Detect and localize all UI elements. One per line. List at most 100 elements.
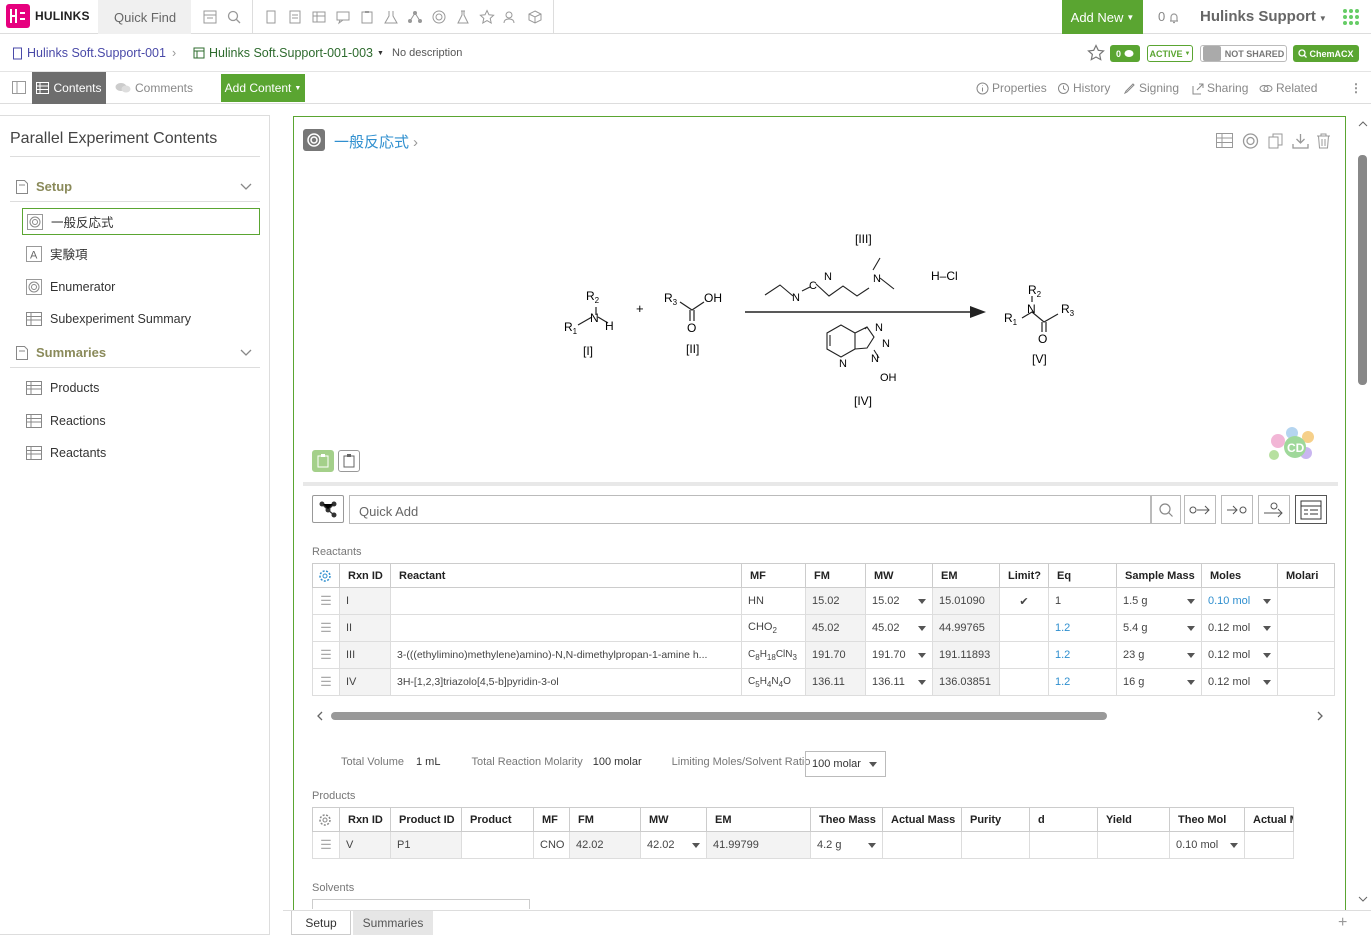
item-reactants[interactable]: Reactants <box>22 439 260 466</box>
reactant-name-cell[interactable] <box>390 614 742 642</box>
properties-button[interactable]: Properties <box>976 81 1047 95</box>
mw-cell[interactable]: 136.11 <box>865 668 933 696</box>
table-row[interactable]: ☰ III 3-(((ethylimino)methylene)amino)-N… <box>312 641 1335 669</box>
flask-icon[interactable] <box>451 0 475 34</box>
mass-cell[interactable]: 23 g <box>1116 641 1202 669</box>
drag-handle-icon[interactable]: ☰ <box>312 587 340 615</box>
sharing-button[interactable]: Sharing <box>1191 81 1248 95</box>
add-reactant-icon[interactable] <box>1184 495 1216 524</box>
theo-mass-cell[interactable]: 4.2 g <box>810 831 883 859</box>
column-header[interactable]: EM <box>932 563 1000 588</box>
drag-handle-icon[interactable]: ☰ <box>312 668 340 696</box>
add-new-button[interactable]: Add New ▼ <box>1062 0 1143 34</box>
download-icon[interactable] <box>1292 133 1309 149</box>
mass-cell[interactable]: 5.4 g <box>1116 614 1202 642</box>
column-header[interactable]: Limit? <box>999 563 1049 588</box>
copy-icon[interactable] <box>1268 133 1284 149</box>
column-header[interactable]: Reactant <box>390 563 742 588</box>
yield-cell[interactable] <box>1097 831 1170 859</box>
column-header[interactable]: Eq <box>1048 563 1117 588</box>
actual-mass-cell[interactable] <box>882 831 962 859</box>
column-header[interactable]: Product ID <box>390 807 462 832</box>
column-header[interactable]: Rxn ID <box>339 563 391 588</box>
trash-icon[interactable] <box>1316 133 1331 149</box>
related-button[interactable]: Related <box>1259 81 1317 95</box>
sharing-status[interactable]: NOT SHARED <box>1200 45 1287 62</box>
scrollbar-thumb[interactable] <box>1358 155 1367 385</box>
ratio-select[interactable]: 100 molar <box>805 751 886 777</box>
favorite-star-icon[interactable] <box>1087 44 1105 62</box>
experiment-description[interactable]: No description <box>392 47 462 59</box>
search-icon[interactable] <box>222 0 246 34</box>
history-button[interactable]: History <box>1057 81 1110 95</box>
drag-handle-icon[interactable]: ☰ <box>312 614 340 642</box>
limit-checkbox[interactable] <box>999 641 1049 669</box>
reaction-view-icon[interactable] <box>1242 133 1259 149</box>
molecule-icon[interactable] <box>403 0 427 34</box>
status-dropdown[interactable]: ACTIVE ▼ <box>1147 45 1193 62</box>
quick-add-input[interactable]: Quick Add <box>349 495 1151 524</box>
limit-checkbox[interactable] <box>999 614 1049 642</box>
document-icon[interactable] <box>283 0 307 34</box>
form-view-icon[interactable] <box>1295 495 1327 524</box>
more-options-icon[interactable]: ⋮ <box>1350 81 1362 95</box>
structure-search-icon[interactable] <box>312 495 344 523</box>
scrollbar-thumb[interactable] <box>331 712 1107 720</box>
theo-mol-cell[interactable]: 0.10 mol <box>1169 831 1245 859</box>
column-header[interactable]: Rxn ID <box>339 807 391 832</box>
reactant-name-cell[interactable] <box>390 587 742 615</box>
search-icon[interactable] <box>1151 495 1181 524</box>
tab-setup[interactable]: Setup <box>291 911 351 935</box>
breadcrumb-experiment[interactable]: Hulinks Soft.Support-001-003 ▼ <box>193 46 384 60</box>
section-summaries[interactable]: Summaries <box>10 338 260 368</box>
chemdraw-logo-icon[interactable]: CD <box>1262 421 1320 465</box>
chat-icon[interactable] <box>331 0 355 34</box>
section-title[interactable]: 一般反応式 › <box>334 131 418 152</box>
mw-cell[interactable]: 45.02 <box>865 614 933 642</box>
molarity-cell[interactable] <box>1277 614 1335 642</box>
column-header[interactable]: Actual Mol <box>1244 807 1294 832</box>
column-settings-icon[interactable] <box>312 563 340 588</box>
star-icon[interactable] <box>475 0 499 34</box>
table-row[interactable]: ☰ I HN 15.02 15.02 15.01090 ✔ 1 1.5 g 0.… <box>312 587 1335 615</box>
table-icon[interactable] <box>307 0 331 34</box>
panel-toggle-icon[interactable] <box>12 81 26 94</box>
column-header[interactable]: Molari <box>1277 563 1335 588</box>
moles-cell[interactable]: 0.12 mol <box>1201 614 1278 642</box>
mw-cell[interactable]: 42.02 <box>640 831 707 859</box>
table-row[interactable]: ☰ V P1 CNO 42.02 42.02 41.99799 4.2 g 0.… <box>312 831 1294 859</box>
drag-handle-icon[interactable]: ☰ <box>312 641 340 669</box>
total-molarity-value[interactable]: 100 molar <box>593 756 642 768</box>
item-enumerator[interactable]: Enumerator <box>22 273 260 300</box>
eq-cell[interactable]: 1.2 <box>1048 614 1117 642</box>
paste-icon[interactable] <box>312 450 334 472</box>
column-header[interactable]: Theo Mol <box>1169 807 1245 832</box>
page-icon[interactable] <box>259 0 283 34</box>
notebook-icon[interactable] <box>198 0 222 34</box>
column-header[interactable]: Sample Mass <box>1116 563 1202 588</box>
app-logo[interactable]: HULINKS <box>6 4 90 28</box>
item-experimental[interactable]: A 実験項 <box>22 240 260 267</box>
column-header[interactable]: Product <box>461 807 534 832</box>
column-header[interactable]: MF <box>741 563 806 588</box>
table-row[interactable]: ☰ IV 3H-[1,2,3]triazolo[4,5-b]pyridin-3-… <box>312 668 1335 696</box>
quick-find[interactable]: Quick Find <box>98 0 191 34</box>
apps-grid-icon[interactable] <box>1342 8 1360 26</box>
clipboard-icon[interactable] <box>355 0 379 34</box>
moles-cell[interactable]: 0.12 mol <box>1201 641 1278 669</box>
add-content-button[interactable]: Add Content ▼ <box>221 74 305 102</box>
mass-cell[interactable]: 16 g <box>1116 668 1202 696</box>
item-reactions[interactable]: Reactions <box>22 407 260 434</box>
add-reagent-icon[interactable] <box>1258 495 1290 524</box>
tab-comments[interactable]: Comments <box>115 81 193 95</box>
tab-summaries[interactable]: Summaries <box>353 911 433 935</box>
table-row[interactable]: ☰ II CHO2 45.02 45.02 44.99765 1.2 5.4 g… <box>312 614 1335 642</box>
item-general-reaction[interactable]: 一般反応式 <box>22 208 260 235</box>
reactant-name-cell[interactable]: 3H-[1,2,3]triazolo[4,5-b]pyridin-3-ol <box>390 668 742 696</box>
section-setup[interactable]: Setup <box>10 172 260 202</box>
column-header[interactable]: d <box>1029 807 1098 832</box>
box-icon[interactable] <box>523 0 547 34</box>
column-settings-icon[interactable] <box>312 807 340 832</box>
column-header[interactable]: Moles <box>1201 563 1278 588</box>
column-header[interactable]: FM <box>805 563 866 588</box>
